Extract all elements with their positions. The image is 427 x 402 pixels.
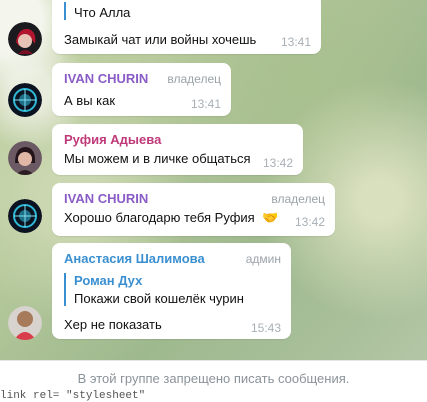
message-list[interactable]: Что Алла Замыкай чат или войны хочешь 13…: [0, 0, 427, 360]
avatar[interactable]: [8, 141, 42, 175]
handshake-emoji-icon: 🤝: [262, 210, 279, 225]
sender-name[interactable]: Анастасия Шалимова: [64, 251, 205, 266]
message-2: IVAN CHURIN владелец А вы как 13:41: [0, 63, 427, 119]
message-text: Хорошо благодарю тебя Руфия 🤝: [64, 210, 279, 226]
role-badge: админ: [245, 252, 281, 266]
background-code-snippet: link rel= "stylesheet": [0, 390, 146, 402]
message-1: Что Алла Замыкай чат или войны хочешь 13…: [0, 0, 427, 60]
reply-quote[interactable]: Что Алла: [64, 2, 130, 20]
avatar-ivan-glow-icon: [8, 199, 42, 233]
avatar[interactable]: [8, 22, 42, 56]
message-text: А вы как: [64, 93, 116, 108]
message-text-main: Хорошо благодарю тебя Руфия: [64, 210, 255, 225]
role-badge: владелец: [271, 192, 325, 206]
message-bubble[interactable]: IVAN CHURIN владелец Хорошо благодарю те…: [52, 183, 335, 236]
avatar-anastasia-icon: [8, 306, 42, 340]
reply-text: Покажи свой кошелёк чурин: [74, 291, 244, 306]
avatar[interactable]: [8, 199, 42, 233]
message-text: Замыкай чат или войны хочешь: [64, 32, 257, 47]
message-bubble[interactable]: Что Алла Замыкай чат или войны хочешь 13…: [52, 0, 321, 54]
reply-author: Роман Дух: [74, 273, 143, 288]
message-time: 13:42: [294, 215, 325, 229]
avatar[interactable]: [8, 306, 42, 340]
message-bubble[interactable]: Руфия Адыева Мы можем и в личке общаться…: [52, 124, 303, 175]
sender-name[interactable]: IVAN CHURIN: [64, 191, 148, 206]
message-5: Анастасия Шалимова админ Роман Дух Покаж…: [0, 243, 427, 340]
message-text: Мы можем и в личке общаться: [64, 151, 251, 166]
message-time: 15:43: [250, 321, 281, 335]
message-4: IVAN CHURIN владелец Хорошо благодарю те…: [0, 183, 427, 239]
sender-name[interactable]: Руфия Адыева: [64, 132, 161, 147]
reply-text: Что Алла: [74, 5, 131, 20]
message-text: Хер не показать: [64, 317, 162, 332]
avatar-ivan-glow-icon: [8, 83, 42, 117]
message-bubble[interactable]: Анастасия Шалимова админ Роман Дух Покаж…: [52, 243, 291, 339]
reply-quote[interactable]: Роман Дух Покажи свой кошелёк чурин: [64, 273, 244, 306]
role-badge: владелец: [167, 72, 221, 86]
group-restriction-notice: В этой группе запрещено писать сообщения…: [77, 371, 350, 386]
avatar-woman-red-hair-icon: [8, 22, 42, 56]
sender-name[interactable]: IVAN CHURIN: [64, 71, 148, 86]
avatar-rufiya-icon: [8, 141, 42, 175]
message-time: 13:41: [280, 35, 311, 49]
message-time: 13:42: [262, 156, 293, 170]
message-3: Руфия Адыева Мы можем и в личке общаться…: [0, 124, 427, 180]
avatar[interactable]: [8, 83, 42, 117]
message-time: 13:41: [190, 97, 221, 111]
message-bubble[interactable]: IVAN CHURIN владелец А вы как 13:41: [52, 63, 231, 116]
